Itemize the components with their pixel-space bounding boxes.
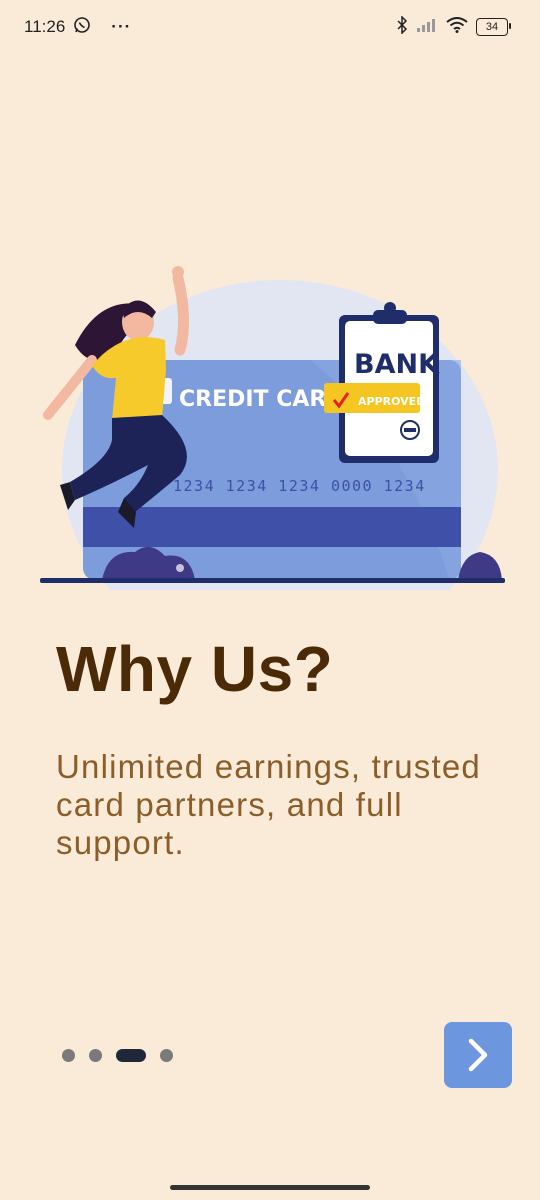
battery-icon: 34 xyxy=(476,18,511,36)
clipboard: BANK APPROVED xyxy=(324,302,440,463)
whatsapp-icon xyxy=(73,16,91,39)
clipboard-title: BANK xyxy=(354,349,440,380)
status-bar: 11:26 ··· 34 xyxy=(0,0,540,54)
bluetooth-icon xyxy=(396,14,408,39)
next-button[interactable] xyxy=(444,1022,512,1088)
wifi-icon xyxy=(446,16,468,38)
clock: 11:26 xyxy=(24,17,66,36)
page-title: Why Us? xyxy=(56,633,334,705)
signal-icon xyxy=(416,17,438,37)
page-dot-1 xyxy=(62,1049,75,1062)
page-subtitle: Unlimited earnings, trusted card partner… xyxy=(56,748,481,861)
card-label: CREDIT CARD xyxy=(179,387,345,412)
overflow-dots-icon: ··· xyxy=(111,17,132,36)
chevron-right-icon xyxy=(468,1038,488,1072)
page-indicator xyxy=(62,1049,173,1062)
page-dot-2 xyxy=(89,1049,102,1062)
ground-line xyxy=(40,578,505,583)
page-dot-4 xyxy=(160,1049,173,1062)
card-number: 1234 1234 1234 0000 1234 xyxy=(173,477,426,495)
page-dot-3-active xyxy=(116,1049,146,1062)
credit-card-illustration: CREDIT CARD 1234 1234 1234 0000 1234 BAN… xyxy=(40,266,505,590)
home-indicator[interactable] xyxy=(170,1185,370,1190)
approved-stamp: APPROVED xyxy=(358,395,425,408)
